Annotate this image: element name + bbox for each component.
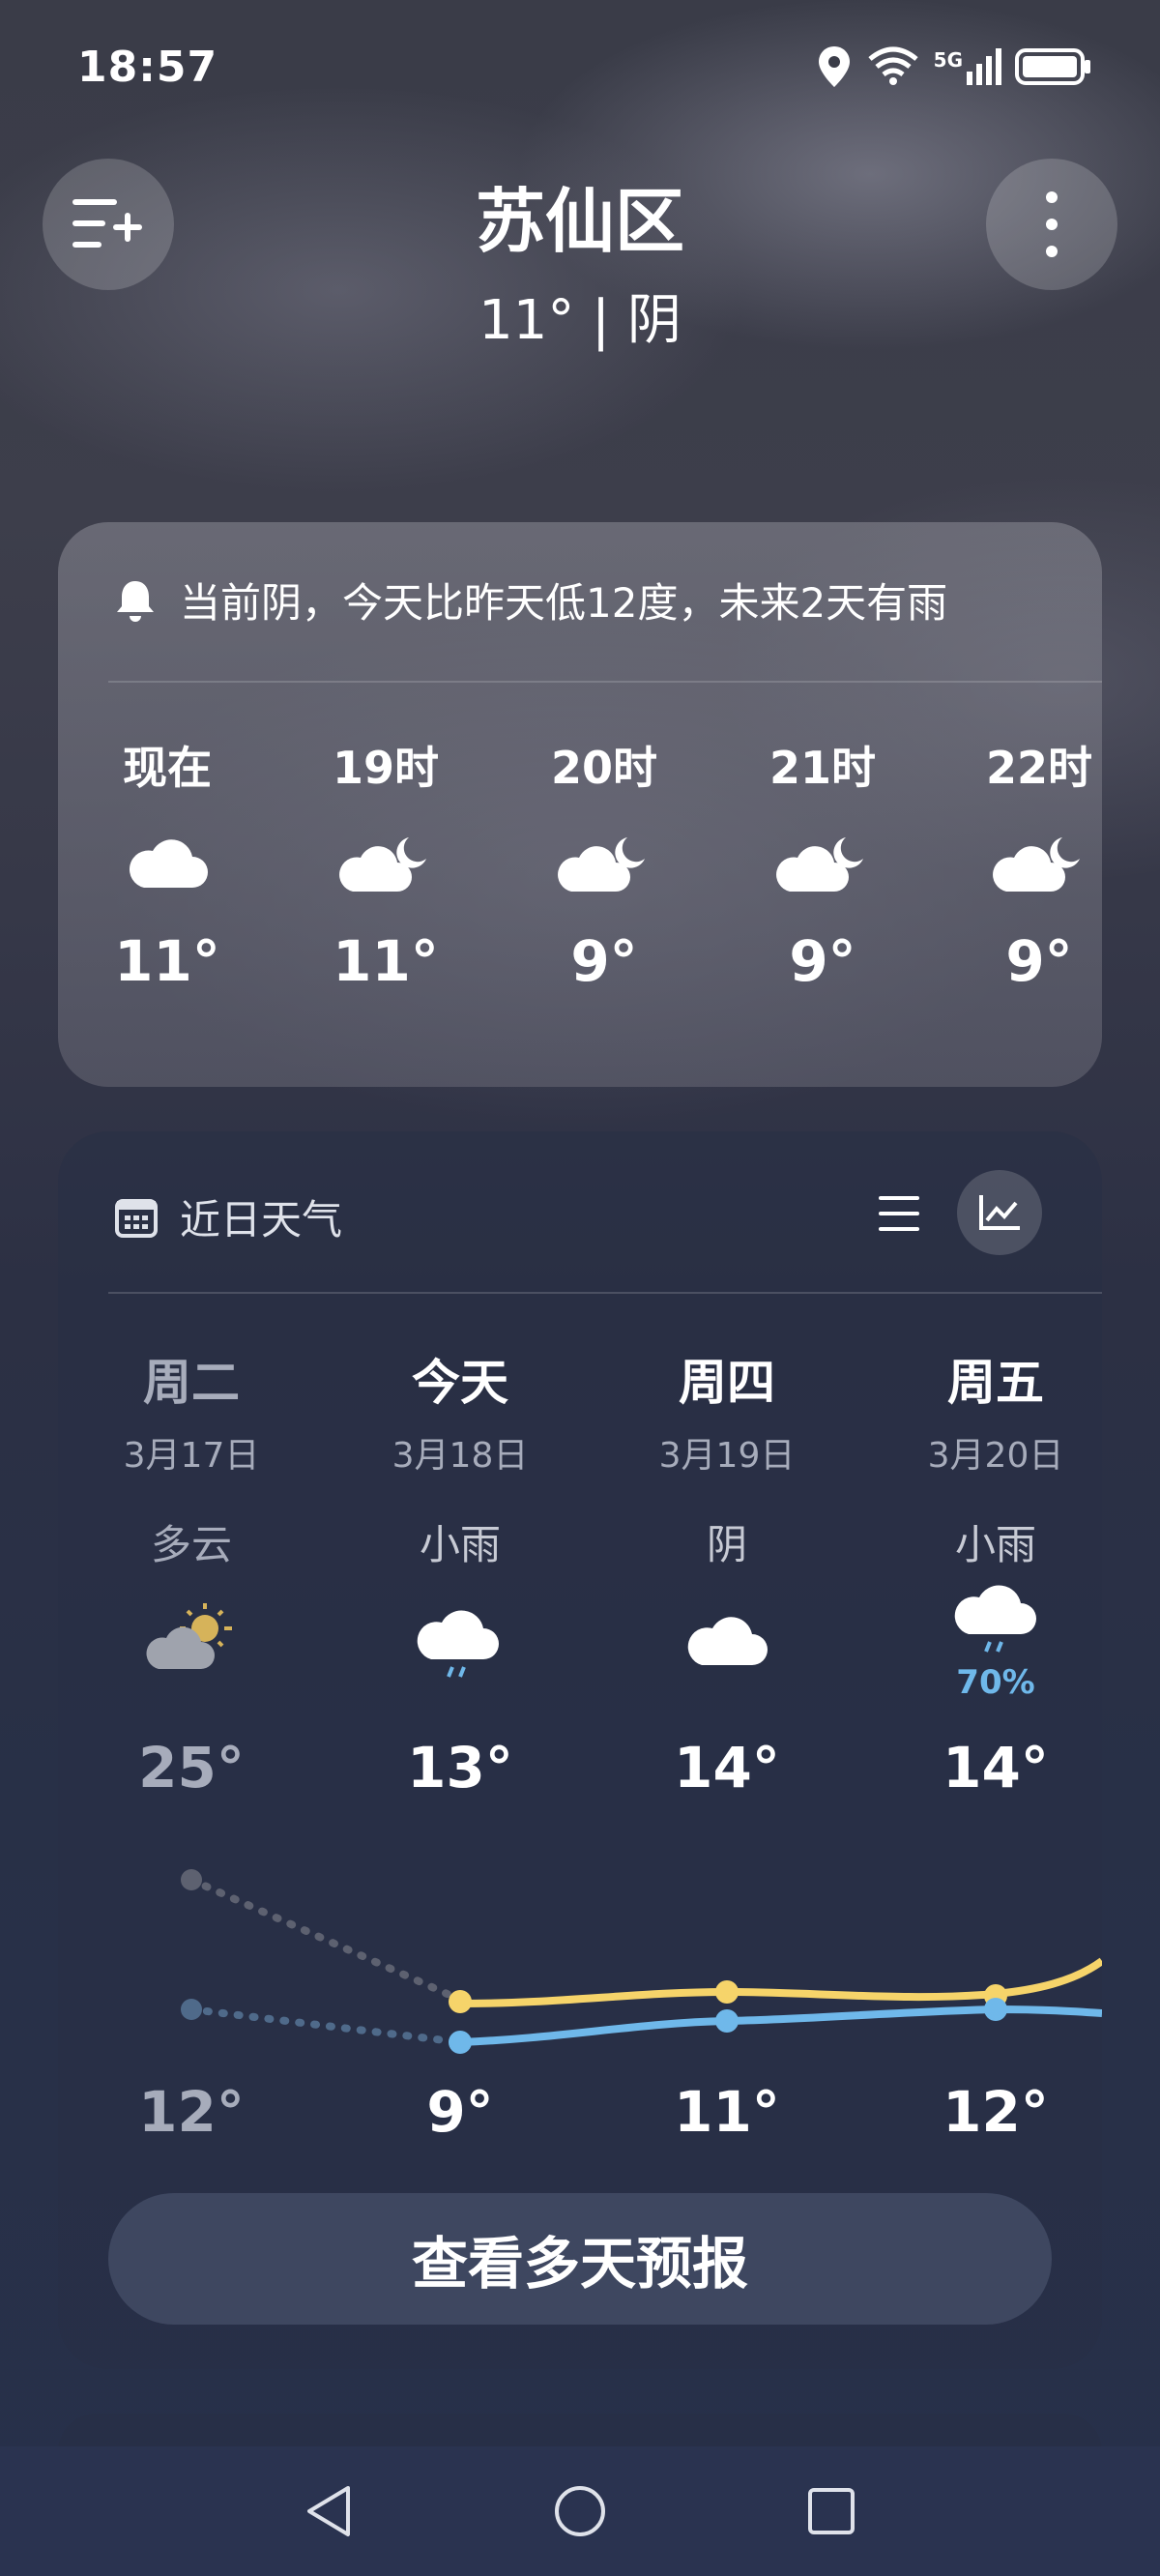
light-rain-icon bbox=[953, 1580, 1040, 1661]
day-column[interactable]: 周二 3月17日 bbox=[95, 1344, 288, 1478]
status-time: 18:57 bbox=[77, 43, 218, 92]
high-temp: 13° bbox=[407, 1735, 513, 1800]
day-condition: 多云 bbox=[150, 1521, 232, 1568]
day-name: 今天 bbox=[412, 1355, 508, 1411]
low-point bbox=[449, 2031, 472, 2054]
hourly-item: 20时 9° bbox=[532, 733, 677, 994]
section-title: 近日天气 bbox=[180, 1196, 343, 1244]
hour-label: 20时 bbox=[550, 742, 657, 794]
partly-sunny-icon bbox=[145, 1599, 242, 1677]
day-condition: 阴 bbox=[706, 1521, 747, 1568]
day-condition: 小雨 bbox=[954, 1521, 1036, 1568]
hour-temp: 9° bbox=[1005, 928, 1073, 994]
hour-temp: 9° bbox=[789, 928, 856, 994]
past-high-line bbox=[188, 1876, 464, 2004]
cloud-moon-icon bbox=[967, 797, 1112, 928]
low-temp: 12° bbox=[138, 2079, 245, 2145]
low-temp: 11° bbox=[674, 2079, 780, 2145]
cloud-moon-icon bbox=[313, 797, 458, 928]
hour-temp: 11° bbox=[333, 928, 439, 994]
low-point bbox=[181, 1999, 202, 2020]
day-name: 周四 bbox=[679, 1355, 775, 1411]
hourly-item: 现在 11° bbox=[95, 733, 240, 994]
low-point bbox=[984, 1998, 1007, 2021]
hour-label: 19时 bbox=[332, 742, 439, 794]
cloud-icon bbox=[684, 1611, 768, 1671]
hour-temp: 11° bbox=[114, 928, 220, 994]
alert-text: 当前阴，今天比昨天低12度，未来2天有雨 bbox=[180, 579, 948, 627]
light-rain-icon bbox=[416, 1605, 503, 1686]
high-point bbox=[715, 1980, 739, 2004]
past-low-line bbox=[188, 2005, 464, 2046]
hourly-item: 22时 9° bbox=[967, 733, 1112, 994]
hour-label: 现在 bbox=[123, 742, 212, 794]
list-view-button[interactable] bbox=[870, 1187, 928, 1240]
hour-temp: 9° bbox=[570, 928, 638, 994]
recents-square-icon bbox=[808, 2488, 855, 2534]
day-condition: 小雨 bbox=[419, 1521, 501, 1568]
battery-icon bbox=[1015, 48, 1090, 85]
current-weather: 11° | 阴 bbox=[478, 289, 682, 352]
temperature-trend-chart bbox=[181, 1869, 1102, 2054]
back-button[interactable] bbox=[203, 2484, 454, 2538]
high-temp: 14° bbox=[942, 1735, 1049, 1800]
divider bbox=[108, 1292, 1102, 1294]
day-column[interactable]: 周四 3月19日 bbox=[630, 1344, 824, 1478]
day-date: 3月17日 bbox=[123, 1436, 260, 1476]
status-icons: 5G bbox=[816, 44, 1092, 89]
precip-probability: 70% bbox=[956, 1663, 1035, 1702]
cloud-moon-icon bbox=[750, 797, 895, 928]
recents-button[interactable] bbox=[706, 2487, 957, 2535]
calendar-icon bbox=[115, 1198, 158, 1238]
wifi-icon bbox=[868, 46, 918, 85]
signal-5g-icon: 5G bbox=[934, 48, 1001, 85]
high-point bbox=[449, 1990, 472, 2013]
hourly-item: 19时 11° bbox=[313, 733, 458, 994]
city-name: 苏仙区 bbox=[475, 181, 684, 262]
home-button[interactable] bbox=[454, 2484, 706, 2538]
back-triangle-icon bbox=[307, 2486, 350, 2536]
system-navigation-bar bbox=[0, 2446, 1160, 2576]
high-temp: 25° bbox=[138, 1735, 245, 1800]
location-icon bbox=[818, 46, 850, 87]
view-multi-day-forecast-button[interactable]: 查看多天预报 bbox=[108, 2193, 1052, 2325]
network-type: 5G bbox=[933, 48, 963, 72]
low-temp: 12° bbox=[942, 2079, 1049, 2145]
list-icon bbox=[879, 1196, 919, 1231]
day-name: 周五 bbox=[947, 1355, 1044, 1411]
hourly-item: 21时 9° bbox=[750, 733, 895, 994]
daily-section-header: 近日天气 bbox=[114, 1187, 342, 1246]
low-temp: 9° bbox=[426, 2079, 494, 2145]
day-column[interactable]: 周五 3月20日 bbox=[899, 1344, 1092, 1478]
day-date: 3月18日 bbox=[392, 1436, 529, 1476]
divider bbox=[108, 681, 1102, 683]
day-date: 3月19日 bbox=[658, 1436, 796, 1476]
high-point bbox=[181, 1869, 202, 1890]
chart-view-button[interactable] bbox=[957, 1170, 1042, 1255]
trend-chart-icon bbox=[979, 1195, 1020, 1230]
hour-label: 21时 bbox=[768, 742, 876, 794]
day-name: 周二 bbox=[143, 1355, 240, 1411]
day-date: 3月20日 bbox=[927, 1436, 1064, 1476]
cloud-moon-icon bbox=[532, 797, 677, 928]
high-temp: 14° bbox=[674, 1735, 780, 1800]
weather-alert[interactable]: 当前阴，今天比昨天低12度，未来2天有雨 bbox=[114, 571, 947, 629]
hour-label: 22时 bbox=[985, 742, 1092, 794]
cloud-icon bbox=[95, 797, 240, 928]
bell-icon bbox=[117, 580, 154, 622]
day-column[interactable]: 今天 3月18日 bbox=[363, 1344, 557, 1478]
home-circle-icon bbox=[555, 2486, 605, 2536]
low-point bbox=[715, 2009, 739, 2033]
